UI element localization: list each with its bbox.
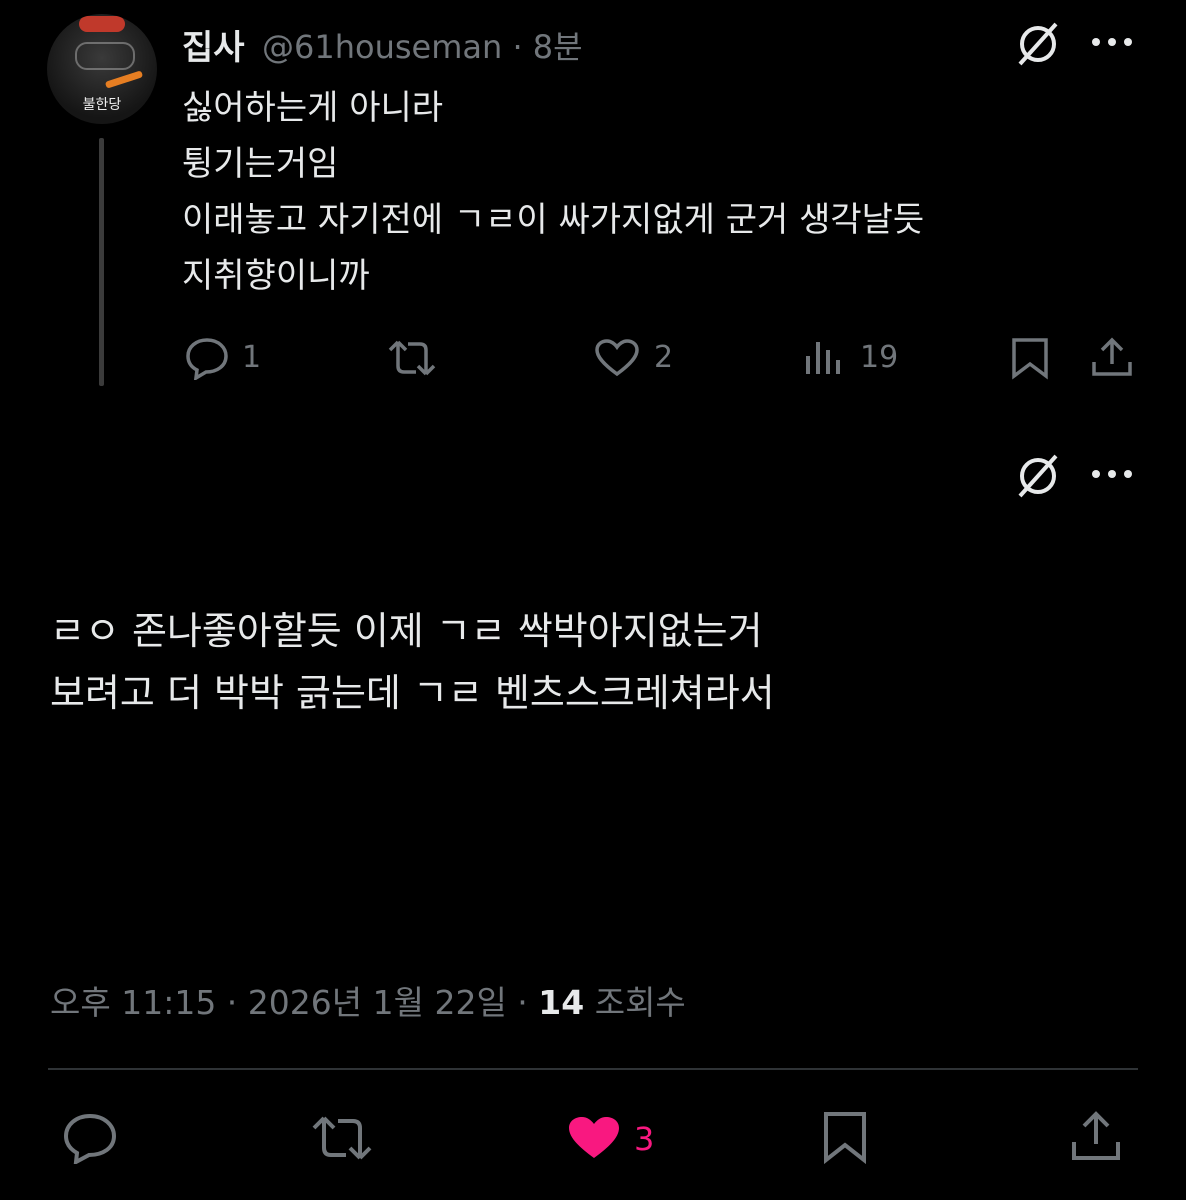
tweet1-text: 싫어하는게 아니라 튕기는거임 이래놓고 자기전에 ㄱㄹ이 싸가지없게 군거 생… xyxy=(182,80,924,304)
santa-hat xyxy=(79,16,125,32)
tweet-timestamp[interactable]: 오후 11:15 · 2026년 1월 22일 · xyxy=(50,983,538,1022)
retweet-icon[interactable] xyxy=(386,338,438,378)
views-icon[interactable] xyxy=(804,338,844,378)
more-icon[interactable] xyxy=(1088,466,1136,482)
tweet-meta: 오후 11:15 · 2026년 1월 22일 · 14 조회수 xyxy=(50,976,686,1024)
grok-icon[interactable] xyxy=(1012,450,1064,502)
bookmark-icon[interactable] xyxy=(822,1110,868,1164)
share-icon[interactable] xyxy=(1070,1110,1122,1164)
tweet2-line: 보려고 더 박박 긁는데 ㄱㄹ 벤츠스크레쳐라서 xyxy=(50,671,775,715)
views-label: 조회수 xyxy=(584,983,686,1022)
like-count: 2 xyxy=(654,340,674,375)
reply-icon[interactable] xyxy=(62,1112,118,1164)
thread-line xyxy=(99,138,104,386)
views-number: 14 xyxy=(538,983,585,1022)
reply-icon[interactable] xyxy=(184,336,230,380)
share-icon[interactable] xyxy=(1090,336,1134,380)
like-icon[interactable] xyxy=(594,338,640,378)
retweet-icon[interactable] xyxy=(310,1114,374,1162)
avatar-label: 불한당 xyxy=(82,97,122,113)
tweet1-line: 싫어하는게 아니라 xyxy=(182,88,444,128)
more-icon[interactable] xyxy=(1088,34,1136,50)
like-count: 3 xyxy=(634,1120,655,1158)
tweet1-line: 이래놓고 자기전에 ㄱㄹ이 싸가지없게 군거 생각날듯 xyxy=(182,200,925,240)
grok-icon[interactable] xyxy=(1012,18,1064,70)
display-name[interactable]: 집사 xyxy=(182,20,245,69)
like-icon[interactable] xyxy=(566,1114,622,1162)
tweet1-line: 튕기는거임 xyxy=(182,144,339,184)
olympic-rings xyxy=(75,42,135,70)
reply-count: 1 xyxy=(242,340,262,375)
avatar[interactable]: 불한당 xyxy=(47,14,157,124)
handle-and-time[interactable]: @61houseman · 8분 xyxy=(262,22,583,68)
tweet2-line: ㄹㅇ 존나좋아할듯 이제 ㄱㄹ 싹박아지없는거 xyxy=(50,609,763,653)
tweet1-line: 지취향이니까 xyxy=(182,256,370,296)
divider xyxy=(48,1068,1138,1070)
bookmark-icon[interactable] xyxy=(1010,336,1050,380)
carrot-nose xyxy=(104,70,144,89)
view-count: 19 xyxy=(860,340,899,375)
tweet2-text: ㄹㅇ 존나좋아할듯 이제 ㄱㄹ 싹박아지없는거 보려고 더 박박 긁는데 ㄱㄹ … xyxy=(50,600,775,724)
